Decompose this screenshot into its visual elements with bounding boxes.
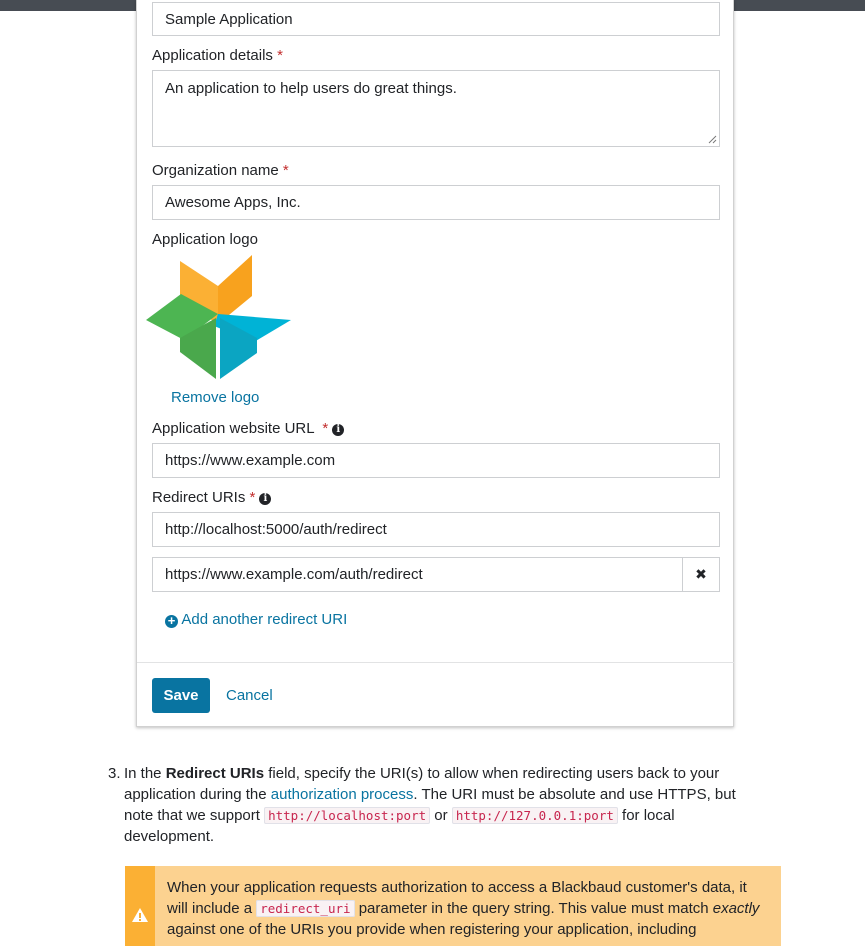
save-button[interactable]: Save: [152, 678, 210, 713]
organization-name-input[interactable]: Awesome Apps, Inc.: [152, 185, 720, 220]
redirect-uri-input[interactable]: https://www.example.com/auth/redirect: [152, 557, 683, 592]
step-3-paragraph: 3. In the Redirect URIs field, specify t…: [108, 765, 736, 845]
application-name-value: Sample Application: [165, 10, 293, 28]
app-logo: [146, 255, 291, 379]
website-url-value: https://www.example.com: [165, 452, 336, 469]
redirect-uri-input[interactable]: http://localhost:5000/auth/redirect: [152, 512, 720, 547]
warning-bar: [125, 866, 155, 946]
required-marker: *: [322, 420, 329, 437]
application-name-input[interactable]: Sample Application: [152, 2, 720, 36]
website-url-input[interactable]: https://www.example.com: [152, 443, 720, 478]
organization-name-value: Awesome Apps, Inc.: [165, 194, 301, 211]
redirect-uri-value: http://localhost:5000/auth/redirect: [165, 521, 387, 538]
application-details-value: An application to help users do great th…: [165, 80, 457, 97]
localhost-code: http://localhost:port: [264, 807, 431, 824]
redirect-uri-code: redirect_uri: [256, 900, 355, 917]
add-redirect-uri-label: Add another redirect URI: [181, 611, 348, 628]
redirect-uri-value: https://www.example.com/auth/redirect: [165, 566, 423, 583]
loopback-code: http://127.0.0.1:port: [451, 807, 618, 824]
redirect-uris-term: Redirect URIs: [165, 765, 265, 782]
info-icon[interactable]: i: [259, 493, 272, 505]
plus-circle-icon: +: [165, 614, 178, 628]
cancel-button[interactable]: Cancel: [226, 687, 273, 704]
required-marker: *: [282, 162, 289, 179]
required-marker: *: [249, 489, 256, 506]
add-redirect-uri-link[interactable]: + Add another redirect URI: [165, 611, 347, 628]
organization-name-label: Organization name *: [152, 162, 289, 179]
step-number: 3.: [108, 765, 121, 782]
application-details-label: Application details *: [152, 47, 283, 64]
warning-callout: When your application requests authoriza…: [125, 866, 781, 946]
required-marker: *: [277, 47, 283, 64]
application-logo-label: Application logo: [152, 231, 258, 248]
remove-logo-link[interactable]: Remove logo: [171, 389, 259, 406]
application-details-textarea[interactable]: An application to help users do great th…: [152, 70, 720, 147]
authorization-process-link[interactable]: authorization process: [271, 786, 414, 803]
info-icon[interactable]: i: [332, 424, 345, 436]
warning-icon: [132, 908, 148, 922]
website-url-label: Application website URL * i: [152, 420, 345, 437]
resize-grip-icon[interactable]: [708, 135, 717, 144]
remove-redirect-button[interactable]: ✖: [682, 557, 720, 592]
close-icon: ✖: [695, 566, 707, 582]
redirect-uris-label: Redirect URIs * i: [152, 489, 272, 506]
form-footer-divider: [137, 662, 734, 663]
